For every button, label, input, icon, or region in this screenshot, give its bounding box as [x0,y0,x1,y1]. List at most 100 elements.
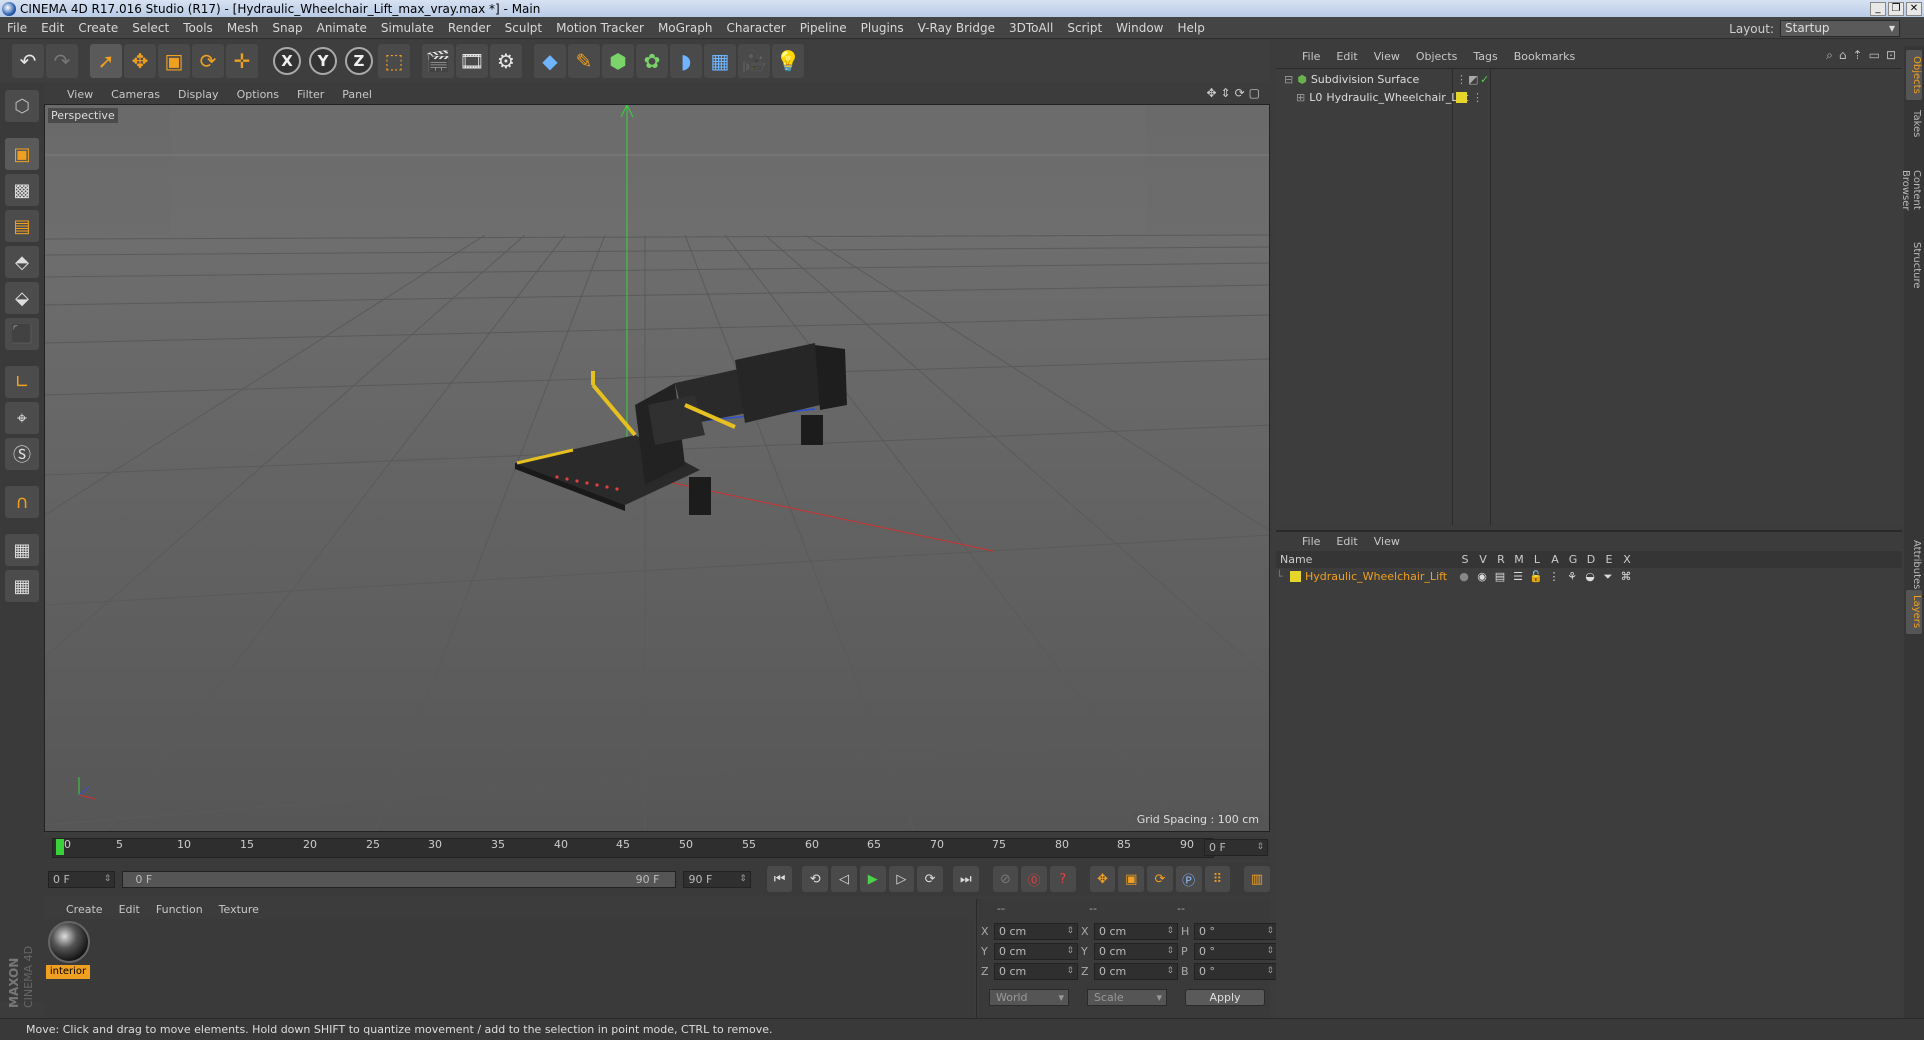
menu-plugins[interactable]: Plugins [854,21,911,35]
object-menu-bookmarks[interactable]: Bookmarks [1506,50,1583,63]
material-name[interactable]: interior [46,965,90,979]
visibility-toggle-icon[interactable]: ⋮ [1456,73,1467,86]
start-frame-field[interactable]: 0 F ⇕ [48,870,116,888]
rotation-b-field[interactable]: 0 ° ⇕ [1194,963,1278,980]
tab-takes[interactable]: Takes [1906,104,1922,144]
timeline-playhead[interactable] [56,839,64,855]
menu-sculpt[interactable]: Sculpt [498,21,549,35]
viewport-menu-view[interactable]: View [58,88,102,101]
snap-icon[interactable]: Ⓢ [5,438,39,470]
undo-icon[interactable]: ↶ [12,44,44,78]
play-icon[interactable]: ▶ [859,866,886,892]
layer-generators-icon[interactable]: ⚘ [1563,570,1581,583]
frame-range-slider[interactable]: 0 F 90 F [122,870,677,888]
rotation-h-field[interactable]: 0 ° ⇕ [1194,923,1278,940]
menu-3dtoall[interactable]: 3DToAll [1002,21,1060,35]
layer-xrefs-icon[interactable]: ⌘ [1617,570,1635,583]
polygons-mode-icon[interactable]: ⬛ [5,318,39,350]
select-icon[interactable]: ➚ [90,44,122,78]
record-disabled-icon[interactable]: ⊘ [992,866,1019,892]
menu-tools[interactable]: Tools [176,21,220,35]
tab-structure[interactable]: Structure [1906,236,1922,294]
minimize-panel-icon[interactable]: ▭ [1869,48,1880,63]
position-y-field[interactable]: 0 cm ⇕ [994,943,1078,960]
position-x-field[interactable]: 0 cm ⇕ [994,923,1078,940]
menu-character[interactable]: Character [719,21,792,35]
layer-render-icon[interactable]: ▤ [1491,570,1509,583]
menu-animate[interactable]: Animate [310,21,374,35]
layer-menu-view[interactable]: View [1366,535,1408,548]
menu-mesh[interactable]: Mesh [220,21,266,35]
tab-attributes[interactable]: Attributes [1906,534,1922,596]
previous-key-icon[interactable]: ⟲ [802,866,829,892]
expand-icon[interactable]: ⊞ [1296,91,1305,104]
object-menu-objects[interactable]: Objects [1408,50,1466,63]
menu-motion-tracker[interactable]: Motion Tracker [549,21,651,35]
object-menu-tags[interactable]: Tags [1465,50,1505,63]
object-menu-file[interactable]: File [1294,50,1328,63]
layer-lock-icon[interactable]: 🔓 [1527,570,1545,583]
make-editable-icon[interactable]: ⬡ [5,90,39,122]
go-to-start-icon[interactable]: ⏮ [766,866,793,892]
end-frame-field[interactable]: 90 F ⇕ [683,870,751,888]
layer-row-hydraulic-wheelchair-lift[interactable]: └ Hydraulic_Wheelchair_Lift ● ◉ ▤ ☰ 🔓 ⋮ … [1276,568,1902,585]
menu-vray-bridge[interactable]: V-Ray Bridge [911,21,1002,35]
current-frame-field[interactable]: 0 F ⇕ [1204,839,1268,856]
viewport-menu-options[interactable]: Options [228,88,288,101]
viewport-rotate-icon[interactable]: ⟳ [1235,86,1245,100]
close-button[interactable]: ✕ [1906,1,1922,16]
tab-layers[interactable]: Layers [1906,590,1922,634]
cloner-icon[interactable]: ✿ [636,44,668,78]
menu-snap[interactable]: Snap [265,21,309,35]
material-menu-function[interactable]: Function [148,903,211,916]
timeline-ruler[interactable]: 0 5 10 15 20 25 30 35 40 45 50 55 60 65 … [44,836,1270,860]
previous-frame-icon[interactable]: ◁ [831,866,857,892]
material-menu-create[interactable]: Create [58,903,111,916]
z-axis-icon[interactable]: Z [345,47,373,75]
next-frame-icon[interactable]: ▷ [888,866,915,892]
redo-icon[interactable]: ↷ [46,44,78,78]
subdivision-icon[interactable]: ⬢ [602,44,634,78]
render-view-icon[interactable]: 🎬 [422,44,454,78]
menu-help[interactable]: Help [1170,21,1211,35]
material-menu-edit[interactable]: Edit [111,903,148,916]
coord-mode-dropdown[interactable]: World [989,989,1069,1006]
layer-animation-icon[interactable]: ⋮ [1545,570,1563,583]
next-key-icon[interactable]: ⟳ [917,866,943,892]
size-y-field[interactable]: 0 cm ⇕ [1094,943,1178,960]
material-preview-interior[interactable] [48,921,90,963]
deformer-icon[interactable]: ◗ [670,44,702,78]
arrow-up-icon[interactable]: ⇡ [1853,48,1863,63]
layer-solo-icon[interactable]: ● [1455,570,1473,583]
cube-icon[interactable]: ◆ [534,44,566,78]
go-to-end-icon[interactable]: ⏭ [952,866,979,892]
viewport-camera-label[interactable]: Perspective [48,108,118,123]
layer-color-swatch[interactable] [1456,92,1467,103]
minimize-button[interactable]: _ [1870,1,1886,16]
menu-select[interactable]: Select [125,21,176,35]
axis-mode-icon[interactable]: ∟ [5,366,39,398]
maximize-panel-icon[interactable]: ⊡ [1886,48,1896,63]
menu-script[interactable]: Script [1060,21,1109,35]
rotation-p-field[interactable]: 0 ° ⇕ [1194,943,1278,960]
apply-button[interactable]: Apply [1185,989,1265,1006]
menu-render[interactable]: Render [441,21,498,35]
object-row-subdivision-surface[interactable]: ⊟ ⬢ Subdivision Surface ⋮ ◩ ✓ [1276,71,1902,88]
autokeying-icon[interactable]: ? [1050,866,1076,892]
perspective-viewport[interactable]: Perspective Grid Spacing : 100 cm [44,104,1270,832]
layer-view-icon[interactable]: ◉ [1473,570,1491,583]
layout-dropdown[interactable]: Startup [1780,20,1900,37]
layer-menu-edit[interactable]: Edit [1328,535,1365,548]
layer-manager-icon[interactable]: ☰ [1509,570,1527,583]
edit-tag-icon[interactable]: ◩ [1468,73,1478,86]
material-menu-texture[interactable]: Texture [211,903,267,916]
menu-window[interactable]: Window [1109,21,1170,35]
object-menu-edit[interactable]: Edit [1328,50,1365,63]
texture-mode-icon[interactable]: ▩ [5,174,39,206]
layer-expressions-icon[interactable]: ⏷ [1599,570,1617,584]
home-icon[interactable]: ⌂ [1839,48,1847,63]
layer-color-swatch[interactable] [1290,571,1301,582]
collapse-icon[interactable]: ⊟ [1284,73,1293,86]
tweak-mode-icon[interactable]: ⌖ [5,402,39,434]
viewport-maximize-icon[interactable]: ▢ [1249,86,1260,100]
